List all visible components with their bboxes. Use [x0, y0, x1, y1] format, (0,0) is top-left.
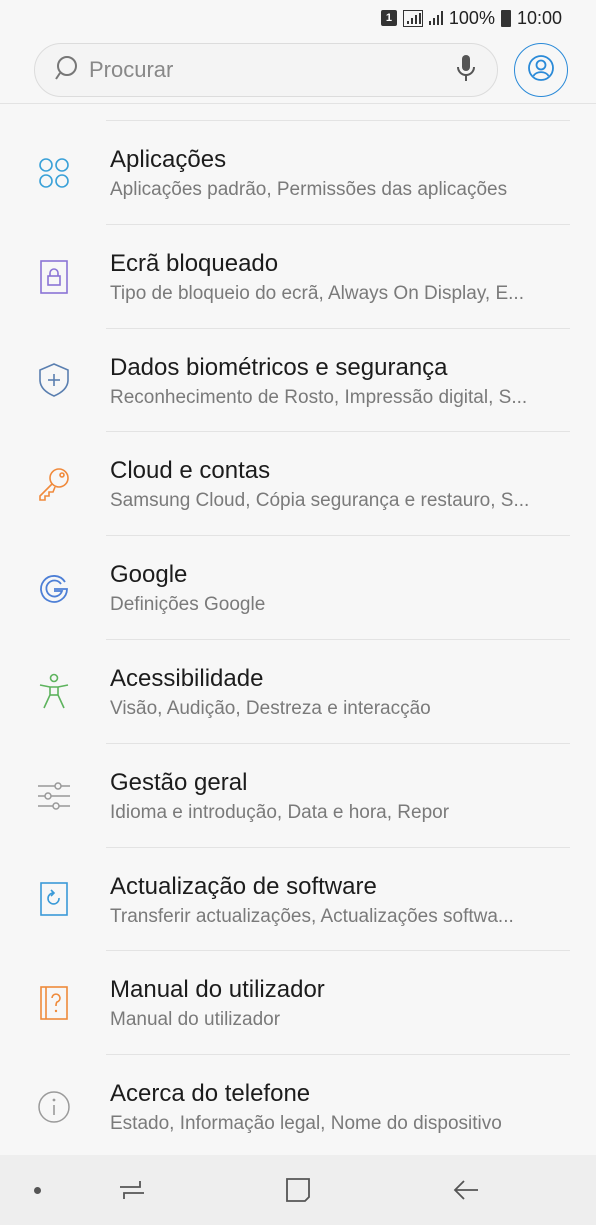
manual-icon — [36, 985, 72, 1021]
settings-item-acerca-telefone[interactable]: Acerca do telefone Estado, Informação le… — [0, 1055, 596, 1159]
apps-grid-icon — [36, 155, 72, 191]
item-subtitle: Idioma e introdução, Data e hora, Repor — [110, 801, 450, 823]
settings-item-cloud-contas[interactable]: Cloud e contas Samsung Cloud, Cópia segu… — [0, 432, 596, 537]
settings-item-aplicacoes[interactable]: Aplicações Aplicações padrão, Permissões… — [0, 121, 596, 225]
software-update-icon — [36, 881, 72, 917]
item-subtitle: Definições Google — [110, 594, 266, 616]
settings-item-google[interactable]: Google Definições Google — [0, 536, 596, 640]
item-title: Aplicações — [110, 146, 227, 173]
recent-apps-button[interactable] — [112, 1170, 152, 1210]
settings-item-gestao-geral[interactable]: Gestão geral Idioma e introdução, Data e… — [0, 744, 596, 848]
account-icon — [527, 54, 555, 87]
item-title: Google — [110, 561, 188, 589]
lock-screen-icon — [36, 259, 72, 295]
item-title: Actualização de software — [110, 872, 377, 900]
settings-item-manual[interactable]: Manual do utilizador Manual do utilizado… — [0, 951, 596, 1056]
item-subtitle: Tipo de bloqueio do ecrã, Always On Disp… — [110, 282, 524, 304]
item-subtitle: Visão, Audição, Destreza e interacção — [110, 697, 431, 719]
back-arrow-icon — [453, 1180, 478, 1200]
status-bar: 1 100% 10:00 — [0, 0, 596, 36]
settings-item-actualizacao-software[interactable]: Actualização de software Transferir actu… — [0, 848, 596, 952]
home-icon — [286, 1178, 310, 1202]
signal-sim1-icon — [402, 9, 423, 27]
sliders-icon — [36, 778, 72, 814]
navigation-bar — [0, 1155, 596, 1225]
clock: 10:00 — [516, 7, 562, 28]
item-title: Dados biométricos e segurança — [110, 353, 448, 381]
settings-item-biometricos[interactable]: Dados biométricos e segurança Reconhecim… — [0, 329, 596, 433]
microphone-icon[interactable] — [455, 53, 477, 88]
battery-icon — [500, 9, 511, 27]
settings-list: Aplicações Aplicações padrão, Permissões… — [0, 120, 596, 1159]
item-title: Gestão geral — [110, 768, 248, 796]
item-subtitle: Manual do utilizador — [110, 1009, 281, 1031]
item-title: Cloud e contas — [110, 457, 271, 485]
battery-percent: 100% — [448, 7, 495, 28]
item-title: Acessibilidade — [110, 664, 264, 692]
search-icon — [55, 54, 83, 87]
search-row: Procurar — [34, 42, 568, 98]
search-input[interactable]: Procurar — [34, 43, 498, 97]
key-icon — [36, 466, 72, 502]
google-icon — [36, 570, 72, 606]
item-subtitle: Reconhecimento de Rosto, Impressão digit… — [110, 386, 528, 408]
header-divider — [0, 103, 596, 104]
item-subtitle: Aplicações padrão, Permissões das aplica… — [110, 179, 508, 200]
nav-dot-indicator[interactable] — [34, 1186, 41, 1194]
settings-item-acessibilidade[interactable]: Acessibilidade Visão, Audição, Destreza … — [0, 640, 596, 744]
recent-apps-icon — [120, 1181, 144, 1199]
item-subtitle: Samsung Cloud, Cópia segurança e restaur… — [110, 490, 530, 512]
sim-icon: 1 — [380, 10, 397, 26]
signal-icon — [428, 11, 443, 25]
account-button[interactable] — [514, 43, 568, 97]
accessibility-icon — [36, 673, 72, 710]
settings-item-ecra-bloqueado[interactable]: Ecrã bloqueado Tipo de bloqueio do ecrã,… — [0, 225, 596, 329]
item-subtitle: Estado, Informação legal, Nome do dispos… — [110, 1113, 502, 1135]
back-button[interactable] — [446, 1170, 486, 1210]
search-placeholder: Procurar — [89, 57, 174, 82]
home-button[interactable] — [278, 1170, 318, 1210]
item-title: Ecrã bloqueado — [110, 249, 279, 277]
info-icon — [36, 1089, 72, 1125]
item-subtitle: Transferir actualizações, Actualizações … — [110, 905, 514, 927]
shield-icon — [36, 362, 72, 398]
item-title: Manual do utilizador — [110, 976, 325, 1004]
item-title: Acerca do telefone — [110, 1080, 311, 1108]
